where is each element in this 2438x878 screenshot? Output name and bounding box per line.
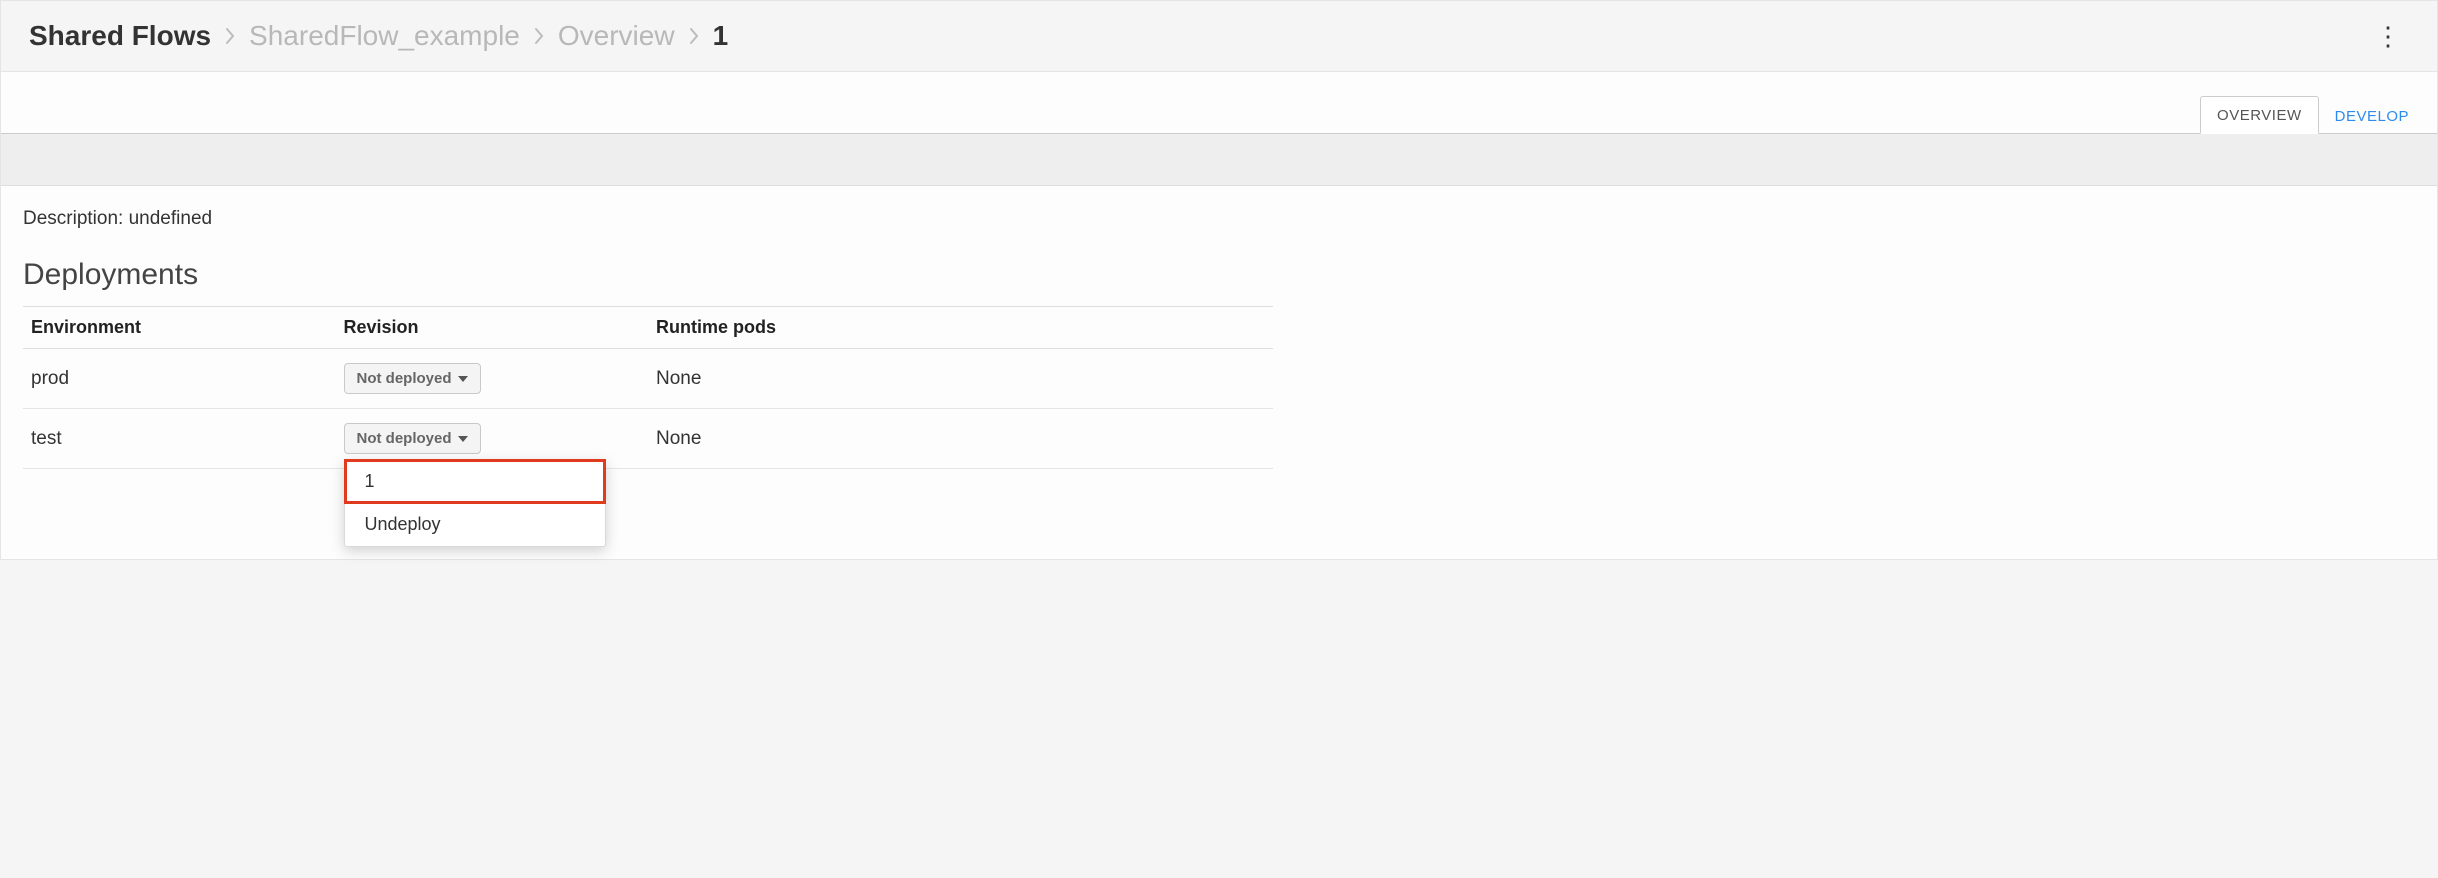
revision-dropdown-label: Not deployed	[357, 370, 452, 387]
runtime-cell: None	[648, 409, 1273, 469]
chevron-right-icon	[225, 27, 235, 45]
table-row: test Not deployed 1 Undeploy	[23, 409, 1273, 469]
env-cell: prod	[23, 349, 336, 409]
revision-dropdown-menu: 1 Undeploy	[344, 459, 606, 547]
tab-overview[interactable]: OVERVIEW	[2200, 96, 2319, 134]
deployments-heading: Deployments	[23, 258, 2415, 292]
revision-dropdown-label: Not deployed	[357, 430, 452, 447]
breadcrumb: Shared Flows SharedFlow_example Overview…	[29, 20, 728, 52]
tab-develop[interactable]: DEVELOP	[2319, 98, 2425, 134]
description-line: Description: undefined	[23, 208, 2415, 230]
dropdown-item-undeploy[interactable]: Undeploy	[345, 503, 605, 546]
description-label: Description:	[23, 208, 123, 229]
breadcrumb-item-sharedflow[interactable]: SharedFlow_example	[249, 20, 520, 52]
description-value: undefined	[129, 208, 212, 229]
deployments-table: Environment Revision Runtime pods prod N…	[23, 306, 1273, 469]
runtime-cell: None	[648, 349, 1273, 409]
env-cell: test	[23, 409, 336, 469]
col-header-runtime-pods: Runtime pods	[648, 307, 1273, 349]
col-header-environment: Environment	[23, 307, 336, 349]
breadcrumb-root[interactable]: Shared Flows	[29, 20, 211, 52]
chevron-right-icon	[534, 27, 544, 45]
caret-down-icon	[458, 376, 468, 382]
table-row: prod Not deployed None	[23, 349, 1273, 409]
caret-down-icon	[458, 436, 468, 442]
breadcrumb-current: 1	[713, 20, 729, 52]
toolbar-strip	[1, 134, 2437, 186]
more-menu-icon[interactable]: ⋮	[2367, 19, 2409, 53]
tabs: OVERVIEW DEVELOP	[1, 72, 2437, 134]
breadcrumb-item-overview[interactable]: Overview	[558, 20, 675, 52]
revision-dropdown-prod[interactable]: Not deployed	[344, 363, 481, 394]
dropdown-item-revision-1[interactable]: 1	[345, 460, 605, 503]
col-header-revision: Revision	[336, 307, 649, 349]
revision-dropdown-test[interactable]: Not deployed	[344, 423, 481, 454]
chevron-right-icon	[689, 27, 699, 45]
